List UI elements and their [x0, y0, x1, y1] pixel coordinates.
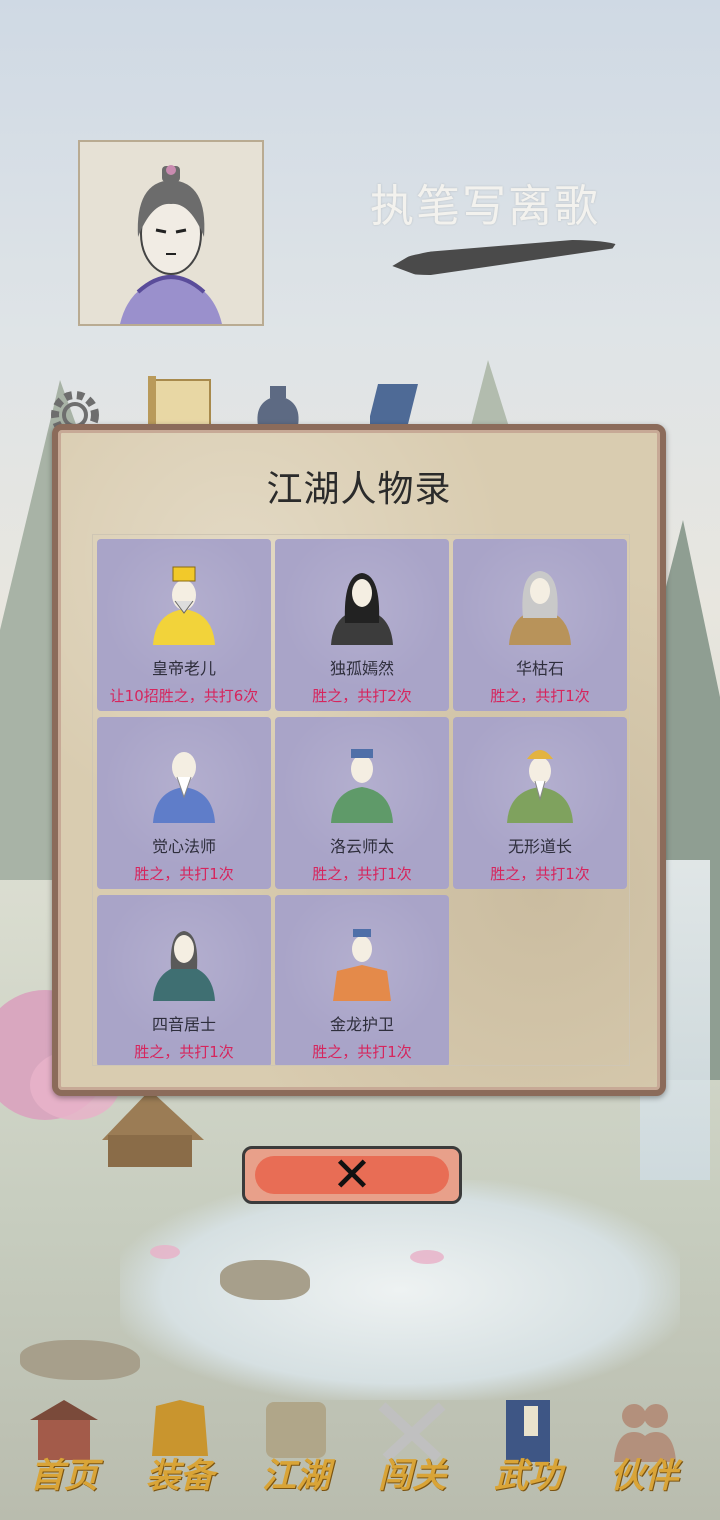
character-name: 四音居士	[151, 1015, 216, 1034]
battle-record: 让10招胜之，共打6次	[109, 687, 259, 705]
petal	[410, 1250, 444, 1264]
battle-record: 胜之，共打1次	[134, 865, 234, 883]
hut	[90, 1090, 210, 1170]
nav-label: 武功	[494, 1456, 562, 1496]
player-avatar[interactable]	[78, 140, 264, 326]
character-grid: 皇帝老儿 让10招胜之，共打6次 独孤嫣然 胜之，共打2次 华枯石 胜之，共打1…	[92, 534, 630, 1066]
battle-record: 胜之，共打1次	[134, 1043, 234, 1061]
avatar-portrait-icon	[80, 142, 262, 324]
bottom-nav: 首页 装备 江湖 闯关 武功 伙伴	[0, 1376, 720, 1520]
battle-record: 胜之，共打1次	[312, 865, 412, 883]
nun-portrait-icon	[331, 749, 393, 823]
river	[120, 1180, 680, 1400]
nav-item-jianghu[interactable]: 江湖	[246, 1396, 346, 1506]
nav-label: 首页	[30, 1456, 98, 1496]
battle-record: 胜之，共打1次	[490, 687, 590, 705]
character-card[interactable]: 金龙护卫 胜之，共打1次	[275, 895, 449, 1065]
scholar-portrait-icon	[153, 931, 215, 1001]
emperor-portrait-icon	[153, 566, 215, 645]
rock	[220, 1260, 310, 1300]
close-button[interactable]: ✕	[242, 1146, 462, 1204]
nav-item-equipment[interactable]: 装备	[130, 1396, 230, 1506]
character-name: 无形道长	[507, 837, 572, 856]
bag-icon[interactable]	[250, 380, 306, 426]
taoist-portrait-icon	[507, 750, 573, 823]
battle-record: 胜之，共打1次	[490, 865, 590, 883]
nav-label: 装备	[146, 1456, 214, 1496]
character-name: 华枯石	[515, 659, 564, 678]
character-name: 独孤嫣然	[329, 659, 394, 678]
character-card[interactable]: 独孤嫣然 胜之，共打2次	[275, 539, 449, 711]
character-name: 觉心法师	[151, 837, 216, 856]
nav-item-companions[interactable]: 伙伴	[594, 1396, 694, 1506]
nav-label: 江湖	[262, 1456, 330, 1496]
character-name: 洛云师太	[329, 837, 394, 856]
battle-record: 胜之，共打1次	[312, 1043, 412, 1061]
woman-portrait-icon	[331, 573, 393, 645]
character-name: 皇帝老儿	[151, 659, 216, 678]
nav-item-challenge[interactable]: 闯关	[362, 1396, 462, 1506]
rock	[20, 1340, 140, 1380]
character-card[interactable]: 华枯石 胜之，共打1次	[453, 539, 627, 711]
character-card[interactable]: 皇帝老儿 让10招胜之，共打6次	[97, 539, 271, 711]
close-icon: ✕	[331, 1147, 373, 1203]
nav-label: 闯关	[378, 1456, 446, 1496]
guard-portrait-icon	[333, 929, 391, 1001]
nav-item-martial-arts[interactable]: 武功	[478, 1396, 578, 1506]
scroll-icon[interactable]	[146, 376, 216, 426]
character-record-panel: 江湖人物录 皇帝老儿 让10招胜之，共打6次 独孤嫣然 胜之，共打2次 华枯石 …	[52, 424, 666, 1096]
character-card[interactable]: 无形道长 胜之，共打1次	[453, 717, 627, 889]
battle-record: 胜之，共打2次	[312, 687, 412, 705]
character-card[interactable]: 觉心法师 胜之，共打1次	[97, 717, 271, 889]
petal	[150, 1245, 180, 1259]
nav-label: 伙伴	[610, 1456, 678, 1496]
character-card[interactable]: 洛云师太 胜之，共打1次	[275, 717, 449, 889]
elder-portrait-icon	[509, 571, 571, 645]
monk-portrait-icon	[153, 752, 215, 823]
character-card[interactable]: 四音居士 胜之，共打1次	[97, 895, 271, 1065]
book-icon[interactable]	[370, 384, 424, 426]
panel-title: 江湖人物录	[266, 469, 452, 510]
player-name: 执笔写离歌	[370, 181, 600, 232]
character-name: 金龙护卫	[329, 1015, 394, 1034]
nav-item-home[interactable]: 首页	[14, 1396, 114, 1506]
